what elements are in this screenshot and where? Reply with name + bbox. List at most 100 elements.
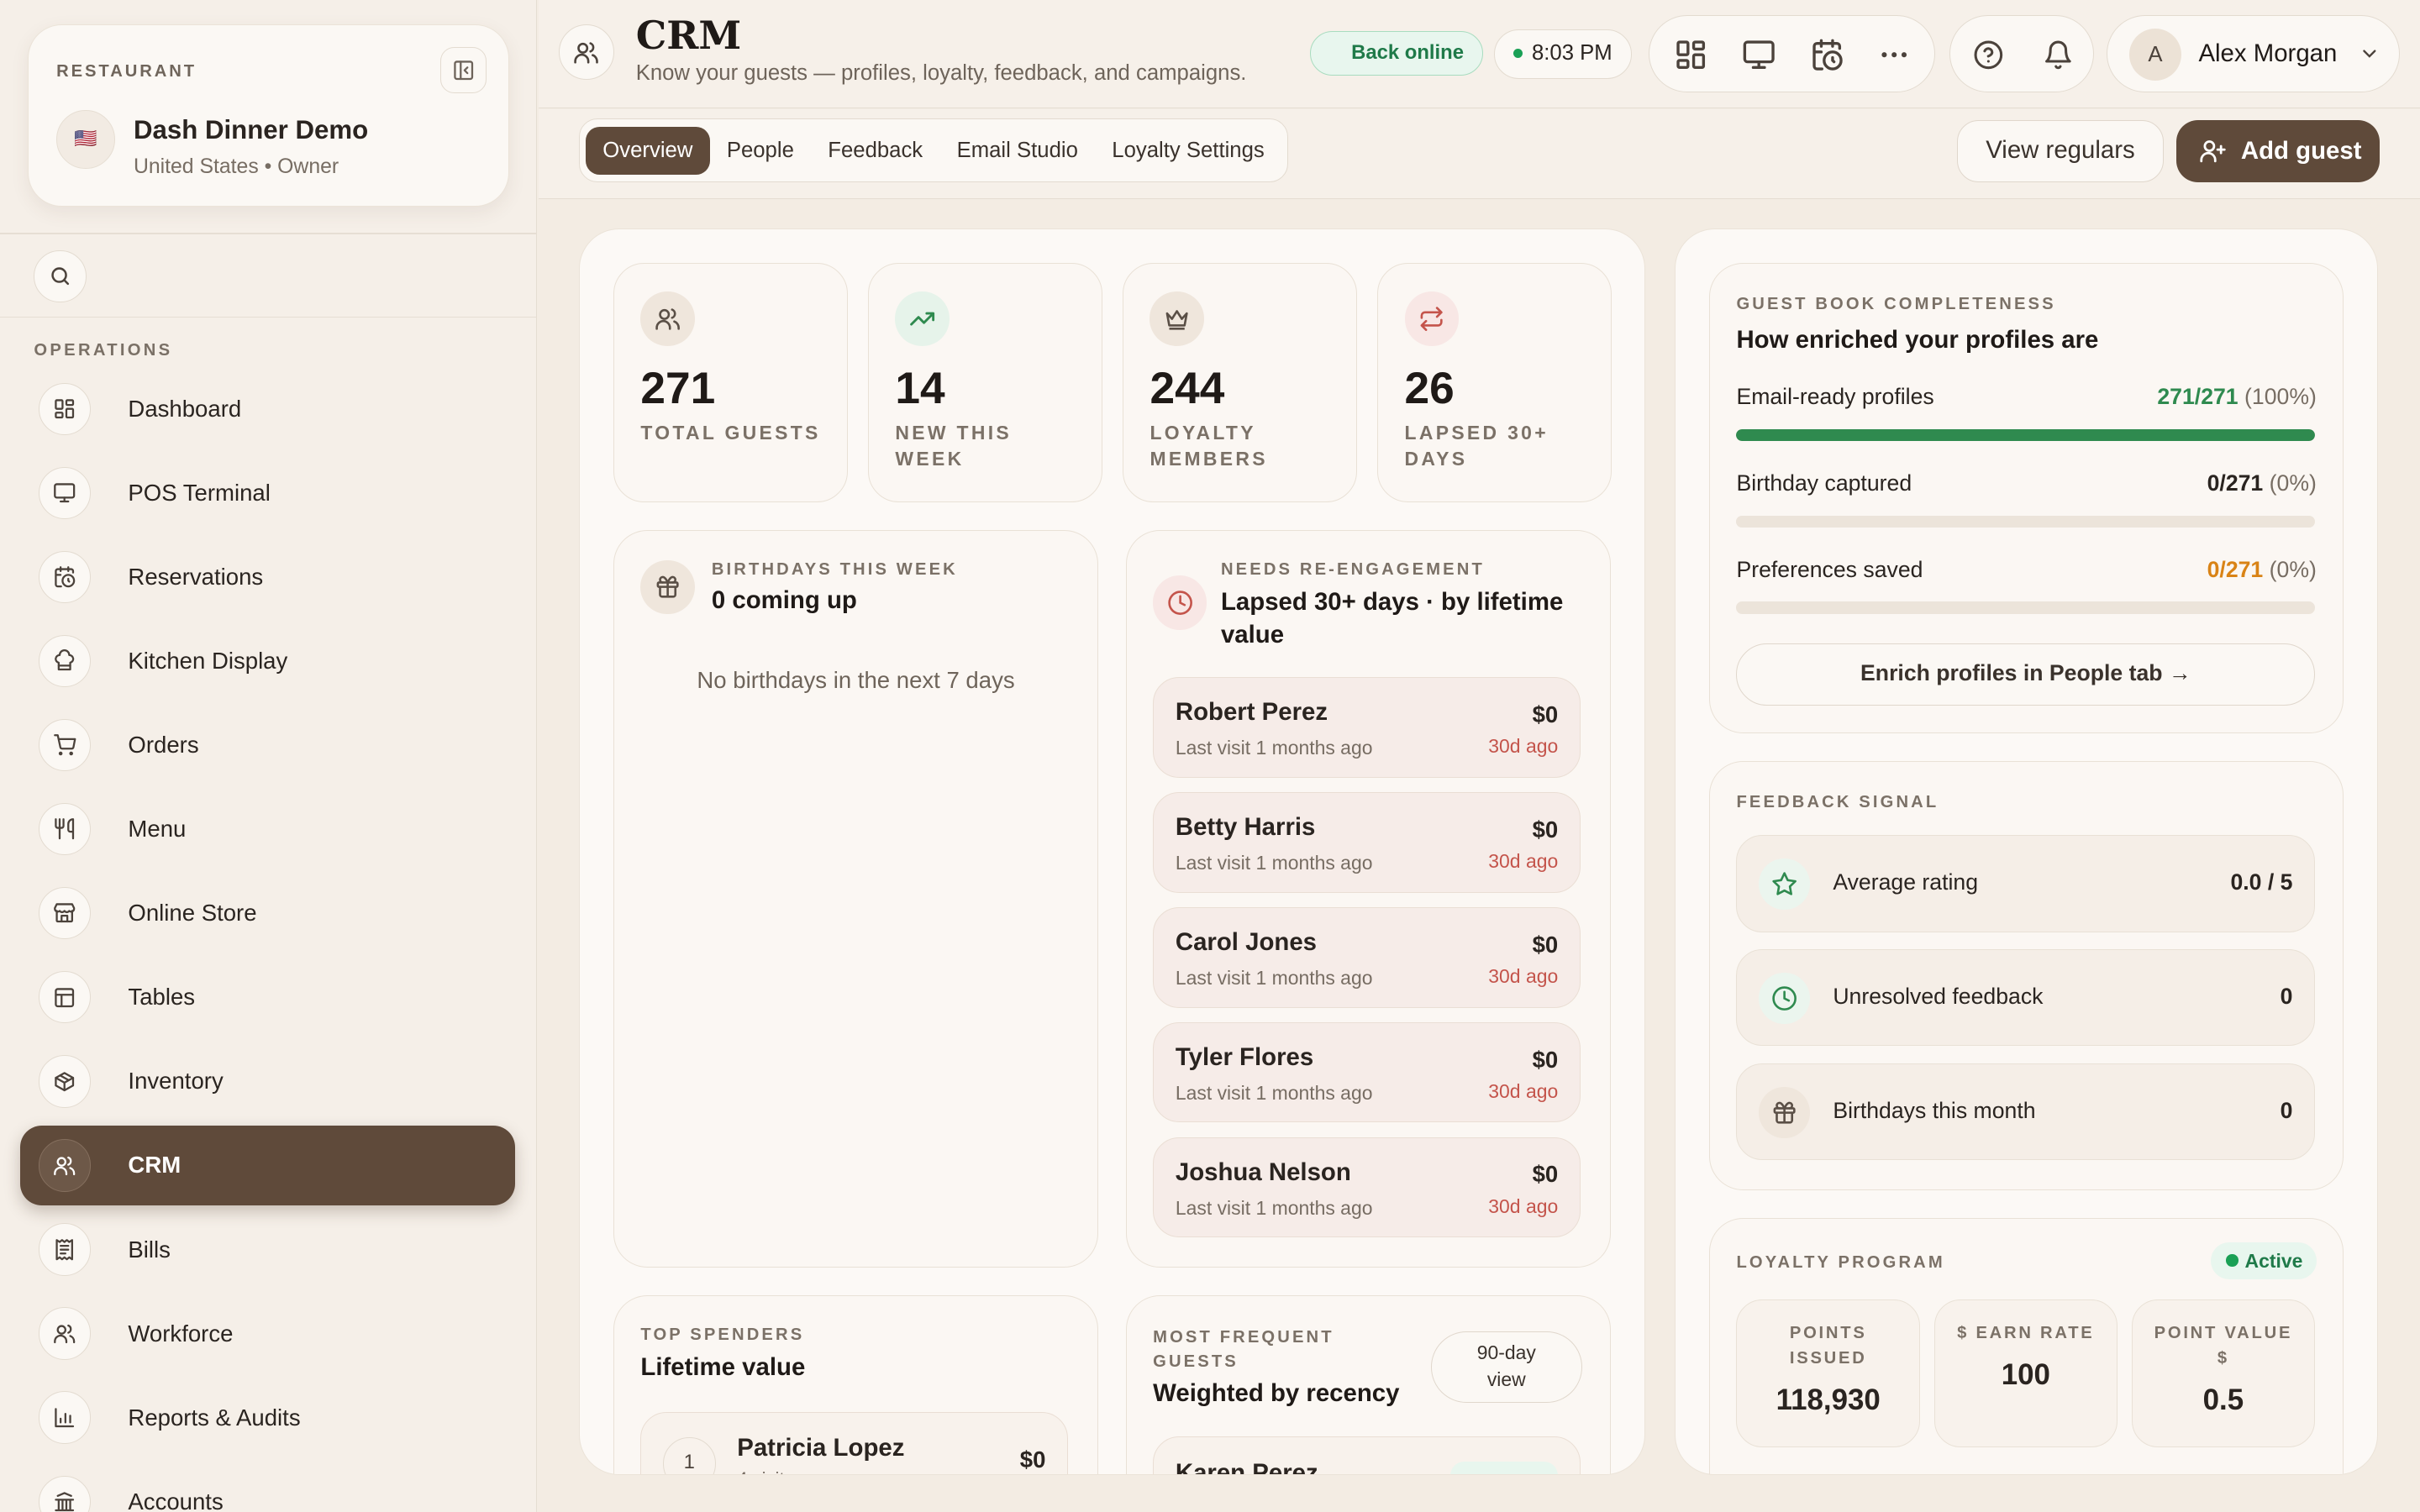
- sidebar-item-menu[interactable]: Menu: [20, 789, 516, 869]
- last-visit: Last visit 1 months ago: [1175, 852, 1373, 874]
- sidebar-item-label: Accounts: [128, 1488, 224, 1512]
- sidebar-item-dashboard[interactable]: Dashboard: [20, 369, 516, 449]
- loyalty-stat: POINTS ISSUED 118,930: [1736, 1299, 1920, 1447]
- list-item[interactable]: 1 Patricia Lopez 4 visits $0: [640, 1411, 1069, 1474]
- sidebar-item-accounts[interactable]: Accounts: [20, 1462, 516, 1512]
- loyalty-stat-value: 0.5: [2202, 1383, 2244, 1416]
- sidebar-item-label: Inventory: [128, 1068, 224, 1095]
- sidebar-item-label: CRM: [128, 1152, 182, 1179]
- add-guest-label: Add guest: [2240, 137, 2362, 165]
- view-regulars-button[interactable]: View regulars: [1956, 120, 2165, 182]
- overview-panel: 271 TOTAL GUESTS 14 NEW THIS WEEK 244 LO…: [578, 228, 1645, 1475]
- loyalty-stat-value: 100: [2001, 1358, 2050, 1392]
- star-icon: [1759, 858, 1810, 910]
- feedback-row: Birthdays this month 0: [1736, 1063, 2316, 1161]
- divider: [0, 316, 537, 318]
- lifetime-value: $0: [1532, 1046, 1559, 1073]
- tab-feedback[interactable]: Feedback: [811, 127, 939, 175]
- user-menu[interactable]: A Alex Morgan: [2107, 15, 2401, 93]
- help-icon[interactable]: [1973, 39, 2004, 71]
- sidebar-item-crm[interactable]: CRM: [19, 1125, 516, 1206]
- collapse-sidebar-icon[interactable]: [440, 47, 487, 94]
- search-icon[interactable]: [34, 249, 87, 302]
- lifetime-value: $0: [1532, 1161, 1559, 1188]
- cart-icon: [38, 718, 92, 772]
- sidebar-item-online-store[interactable]: Online Store: [20, 873, 516, 953]
- repeat-icon: [1404, 291, 1459, 346]
- guest-name: Joshua Nelson: [1175, 1158, 1351, 1186]
- enrich-profiles-button[interactable]: Enrich profiles in People tab →: [1736, 643, 2316, 706]
- list-item[interactable]: Robert Perez Last visit 1 months ago $0 30d…: [1153, 677, 1581, 778]
- list-item[interactable]: Joshua Nelson Last visit 1 months ago $0 30…: [1153, 1137, 1581, 1238]
- tab-people[interactable]: People: [710, 127, 811, 175]
- sidebar-item-tables[interactable]: Tables: [20, 958, 516, 1038]
- progress-fill: [1736, 428, 2316, 442]
- loyalty-status: Active: [2244, 1249, 2303, 1272]
- spender-name: Patricia Lopez: [737, 1434, 905, 1462]
- ninety-day-view-button[interactable]: 90-day view: [1430, 1331, 1582, 1403]
- gift-icon: [1759, 1087, 1810, 1138]
- tab-overview[interactable]: Overview: [586, 126, 710, 175]
- stat-loyalty-members: 244 LOYALTY MEMBERS: [1123, 263, 1358, 502]
- loyalty-stat: $ EARN RATE 100: [1933, 1299, 2118, 1447]
- sidebar-item-workforce[interactable]: Workforce: [20, 1294, 516, 1374]
- list-item[interactable]: Tyler Flores Last visit 1 months ago $0 30d…: [1153, 1021, 1581, 1123]
- dashboard-icon[interactable]: [1674, 38, 1707, 71]
- days-ago: 30d ago: [1488, 1194, 1559, 1217]
- feedback-caption: FEEDBACK SIGNAL: [1736, 793, 1939, 812]
- feedback-card: FEEDBACK SIGNAL Average rating 0.0 / 5 U…: [1709, 761, 2344, 1191]
- stat-value: 271: [640, 363, 716, 413]
- sidebar-item-reservations[interactable]: Reservations: [20, 537, 516, 617]
- restaurant-card[interactable]: RESTAURANT 🇺🇸 Dash Dinner Demo United St…: [28, 24, 510, 207]
- sidebar-item-kitchen-display[interactable]: Kitchen Display: [20, 621, 516, 701]
- completeness-count: 0/271: [2207, 557, 2264, 583]
- sidebar-nav: Dashboard POS Terminal Reservations Kitchen…: [19, 369, 516, 1512]
- completeness-caption: GUEST BOOK COMPLETENESS: [1736, 294, 2056, 313]
- bell-icon[interactable]: [2043, 39, 2074, 71]
- spender-visits: 4 visits: [737, 1468, 793, 1474]
- tabs-row: Overview People Feedback Email Studio Loyalt…: [539, 109, 2420, 199]
- sidebar-item-inventory[interactable]: Inventory: [20, 1042, 516, 1122]
- last-visit: Last visit 1 months ago: [1175, 1081, 1373, 1104]
- frequent-caption: MOST FREQUENT GUESTS: [1153, 1327, 1334, 1372]
- list-item[interactable]: Betty Harris Last visit 1 months ago $0 30d…: [1153, 792, 1581, 893]
- sidebar-item-orders[interactable]: Orders: [20, 705, 516, 785]
- last-visit: Last visit 1 months ago: [1175, 966, 1373, 989]
- days-ago: 30d ago: [1488, 965, 1559, 988]
- section-label: OPERATIONS: [34, 340, 173, 360]
- list-item[interactable]: Carol Jones Last visit 1 months ago $0 30d …: [1153, 907, 1581, 1008]
- clock-icon: [1153, 575, 1207, 630]
- lifetime-value: $0: [1532, 816, 1559, 843]
- completeness-label: Birthday captured: [1736, 470, 1912, 496]
- completeness-card: GUEST BOOK COMPLETENESS How enriched you…: [1709, 263, 2344, 734]
- completeness-count: 271/271: [2157, 384, 2238, 410]
- sidebar-item-label: Dashboard: [128, 395, 242, 422]
- monitor-icon[interactable]: [1742, 38, 1776, 71]
- sidebar: RESTAURANT 🇺🇸 Dash Dinner Demo United St…: [0, 0, 538, 1512]
- sidebar-item-pos-terminal[interactable]: POS Terminal: [20, 453, 516, 533]
- loyalty-stat-label: $ EARN RATE: [1957, 1324, 2095, 1343]
- sidebar-item-label: POS Terminal: [128, 479, 271, 506]
- restaurant-label: RESTAURANT: [56, 62, 197, 81]
- restaurant-name: Dash Dinner Demo: [133, 114, 369, 144]
- progress-bar: [1736, 515, 2316, 528]
- sidebar-item-label: Kitchen Display: [128, 647, 288, 674]
- sidebar-item-label: Workforce: [128, 1320, 234, 1347]
- trending-up-icon: [895, 291, 950, 346]
- users-icon: [640, 291, 695, 346]
- add-guest-button[interactable]: Add guest: [2175, 120, 2381, 182]
- stat-total-guests: 271 TOTAL GUESTS: [613, 263, 849, 502]
- chevron-down-icon: [2359, 43, 2381, 65]
- sidebar-item-bills[interactable]: Bills: [20, 1210, 516, 1290]
- list-item[interactable]: Karen Perez: [1153, 1436, 1581, 1474]
- more-icon[interactable]: [1877, 38, 1911, 71]
- feedback-value: 0.0 / 5: [2230, 869, 2293, 895]
- calendar-clock-icon[interactable]: [1810, 38, 1844, 71]
- clock-badge: 8:03 PM: [1493, 29, 1632, 79]
- top-spenders-title: Lifetime value: [640, 1352, 806, 1381]
- progress-bar: [1736, 601, 2316, 615]
- sidebar-item-label: Bills: [128, 1236, 171, 1263]
- tab-loyalty-settings[interactable]: Loyalty Settings: [1095, 127, 1281, 175]
- sidebar-item-reports-audits[interactable]: Reports & Audits: [20, 1378, 516, 1458]
- tab-email-studio[interactable]: Email Studio: [939, 127, 1095, 175]
